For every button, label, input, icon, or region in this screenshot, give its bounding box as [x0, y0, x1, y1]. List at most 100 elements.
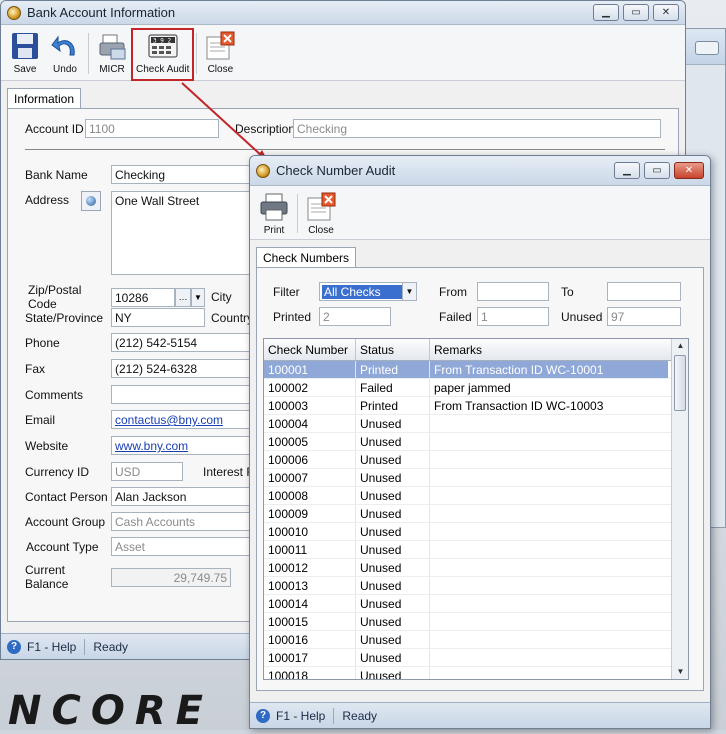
chevron-down-icon: ▼: [402, 283, 416, 300]
table-row[interactable]: 100004 Unused: [264, 415, 688, 433]
tab-check-numbers[interactable]: Check Numbers: [256, 247, 357, 268]
from-label: From: [439, 284, 467, 299]
remarks-cell: From Transaction ID WC-10003: [434, 399, 604, 413]
audit-close-button[interactable]: Close: [301, 190, 341, 239]
remarks-cell: From Transaction ID WC-10001: [430, 361, 668, 378]
audit-close-window-button[interactable]: ✕: [674, 162, 704, 179]
remarks-cell: [430, 577, 668, 594]
table-row[interactable]: 100002 Failed paper jammed: [264, 379, 688, 397]
remarks-cell: [430, 505, 668, 522]
status-cell: Printed: [356, 361, 430, 378]
check-number-cell: 100008: [264, 487, 356, 504]
status-cell: Unused: [356, 451, 430, 468]
check-number-cell: 100014: [264, 595, 356, 612]
check-number-cell: 100007: [264, 469, 356, 486]
table-row[interactable]: 100016 Unused: [264, 631, 688, 649]
help-icon: ?: [256, 708, 270, 723]
status-cell: Unused: [356, 559, 430, 576]
table-row[interactable]: 100018 Unused: [264, 667, 688, 679]
table-row[interactable]: 100001 Printed From Transaction ID WC-1000…: [264, 361, 688, 379]
table-row[interactable]: 100017 Unused: [264, 649, 688, 667]
check-number-cell: 100003: [264, 397, 356, 414]
audit-status-text: Ready: [342, 708, 378, 723]
table-row[interactable]: 100010 Unused: [264, 523, 688, 541]
column-header[interactable]: Status: [356, 339, 430, 360]
check-number-cell: 100013: [264, 577, 356, 594]
column-header[interactable]: Check Number: [264, 339, 356, 360]
check-number-cell: 100015: [264, 613, 356, 630]
remarks-cell: [430, 667, 668, 679]
vertical-scrollbar[interactable]: ▲ ▼: [671, 339, 688, 679]
remarks-cell: [430, 649, 668, 666]
status-cell: Unused: [356, 433, 430, 450]
check-numbers-panel: Filter All Checks ▼ From To Printed 2 Fa…: [256, 267, 704, 691]
audit-maximize-button[interactable]: ▭: [644, 162, 670, 179]
status-cell: Unused: [356, 631, 430, 648]
check-audit-window: Check Number Audit ▁ ▭ ✕ Print Close Che…: [249, 155, 711, 729]
status-cell: Unused: [356, 577, 430, 594]
status-cell: Unused: [356, 505, 430, 522]
status-cell: Unused: [356, 415, 430, 432]
status-cell: Unused: [356, 649, 430, 666]
unused-count-field: 97: [607, 307, 681, 326]
status-cell: Unused: [356, 613, 430, 630]
check-number-cell: 100010: [264, 523, 356, 540]
grid-header: Check Number Status Remarks: [264, 339, 688, 361]
status-cell: Unused: [356, 487, 430, 504]
remarks-cell: [430, 541, 668, 558]
table-row[interactable]: 100007 Unused: [264, 469, 688, 487]
remarks-cell: paper jammed: [434, 381, 511, 395]
audit-title-bar: Check Number Audit ▁ ▭ ✕: [250, 156, 710, 186]
failed-count-field: 1: [477, 307, 549, 326]
print-button[interactable]: Print: [254, 190, 294, 239]
status-cell: Unused: [356, 523, 430, 540]
table-row[interactable]: 100009 Unused: [264, 505, 688, 523]
status-cell: Unused: [356, 595, 430, 612]
check-numbers-grid[interactable]: Check Number Status Remarks 100001 Printe…: [263, 338, 689, 680]
audit-help-hint[interactable]: F1 - Help: [276, 709, 325, 723]
table-row[interactable]: 100011 Unused: [264, 541, 688, 559]
remarks-cell: [430, 469, 668, 486]
check-number-cell: 100006: [264, 451, 356, 468]
remarks-cell: [430, 595, 668, 612]
status-cell: Unused: [356, 667, 430, 679]
table-row[interactable]: 100015 Unused: [264, 613, 688, 631]
from-field[interactable]: [477, 282, 549, 301]
audit-status-bar: ? F1 - Help Ready: [250, 702, 710, 728]
check-number-cell: 100009: [264, 505, 356, 522]
check-number-cell: 100012: [264, 559, 356, 576]
check-number-cell: 100011: [264, 541, 356, 558]
unused-label: Unused: [561, 309, 603, 324]
remarks-cell: [430, 451, 668, 468]
check-number-cell: 100004: [264, 415, 356, 432]
table-row[interactable]: 100008 Unused: [264, 487, 688, 505]
remarks-cell: [430, 559, 668, 576]
table-row[interactable]: 100003 Printed From Transaction ID WC-1000…: [264, 397, 688, 415]
scroll-up-icon[interactable]: ▲: [672, 339, 688, 353]
filter-dropdown[interactable]: All Checks ▼: [319, 282, 417, 301]
status-cell: Unused: [356, 541, 430, 558]
check-number-cell: 100001: [264, 361, 356, 378]
check-number-cell: 100017: [264, 649, 356, 666]
remarks-cell: [430, 487, 668, 504]
table-row[interactable]: 100013 Unused: [264, 577, 688, 595]
column-header[interactable]: Remarks: [430, 339, 668, 360]
remarks-cell: [430, 631, 668, 648]
table-row[interactable]: 100005 Unused: [264, 433, 688, 451]
printed-label: Printed: [273, 309, 312, 324]
printed-count-field: 2: [319, 307, 391, 326]
table-row[interactable]: 100012 Unused: [264, 559, 688, 577]
to-field[interactable]: [607, 282, 681, 301]
audit-toolbar: Print Close: [250, 186, 710, 240]
scroll-down-icon[interactable]: ▼: [672, 665, 688, 679]
check-number-cell: 100018: [264, 667, 356, 679]
audit-minimize-button[interactable]: ▁: [614, 162, 640, 179]
check-number-cell: 100005: [264, 433, 356, 450]
table-row[interactable]: 100006 Unused: [264, 451, 688, 469]
printer-icon: [259, 192, 289, 222]
scroll-thumb[interactable]: [674, 355, 686, 411]
remarks-cell: [430, 415, 668, 432]
filter-label: Filter: [273, 284, 300, 299]
table-row[interactable]: 100014 Unused: [264, 595, 688, 613]
remarks-cell: [430, 613, 668, 630]
